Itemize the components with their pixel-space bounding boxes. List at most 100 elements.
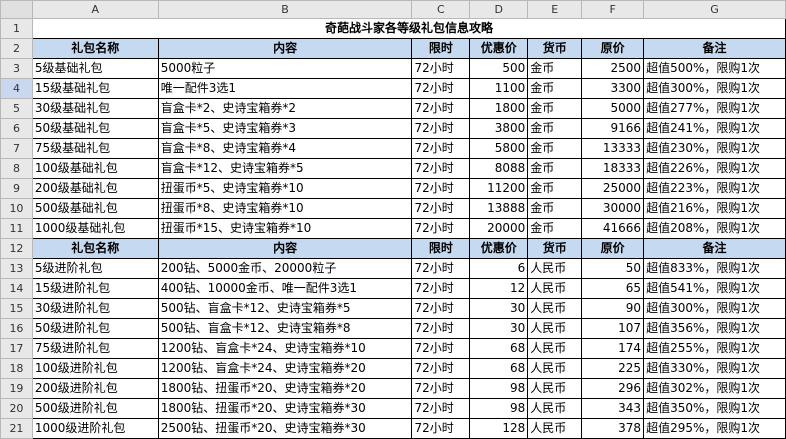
header-cell[interactable]: 内容 — [157, 238, 413, 259]
cell[interactable]: 500钻、盲盒卡*12、史诗宝箱券*5 — [157, 298, 413, 319]
cell[interactable]: 5000 — [581, 98, 645, 119]
header-cell[interactable]: 内容 — [157, 38, 413, 59]
cell[interactable]: 1100 — [469, 78, 529, 99]
row-number[interactable]: 12 — [0, 238, 33, 259]
cell[interactable]: 1000级进阶礼包 — [31, 418, 159, 439]
cell[interactable]: 金币 — [527, 138, 583, 159]
cell[interactable]: 174 — [581, 338, 645, 359]
cell[interactable]: 20000 — [469, 218, 529, 239]
cell[interactable]: 金币 — [527, 58, 583, 79]
cell[interactable]: 15级进阶礼包 — [31, 278, 159, 299]
header-cell[interactable]: 优惠价 — [469, 238, 529, 259]
cell[interactable]: 75级进阶礼包 — [31, 338, 159, 359]
cell[interactable]: 30000 — [581, 198, 645, 219]
row-number[interactable]: 4 — [0, 78, 33, 99]
cell[interactable]: 5000粒子 — [157, 58, 413, 79]
column-header-a[interactable]: A — [31, 0, 159, 19]
cell[interactable]: 超值350%，限购1次 — [643, 398, 786, 419]
cell[interactable]: 超值241%，限购1次 — [643, 118, 786, 139]
cell[interactable]: 65 — [581, 278, 645, 299]
cell[interactable]: 100级进阶礼包 — [31, 358, 159, 379]
cell[interactable]: 68 — [469, 338, 529, 359]
row-number[interactable]: 13 — [0, 258, 33, 279]
cell[interactable]: 13888 — [469, 198, 529, 219]
row-number[interactable]: 2 — [0, 38, 33, 59]
row-number[interactable]: 3 — [0, 58, 33, 79]
cell[interactable]: 超值833%，限购1次 — [643, 258, 786, 279]
row-number[interactable]: 7 — [0, 138, 33, 159]
column-header-g[interactable]: G — [643, 0, 786, 19]
cell[interactable]: 5级基础礼包 — [31, 58, 159, 79]
header-cell[interactable]: 货币 — [527, 238, 583, 259]
cell[interactable]: 1200钻、盲盒卡*24、史诗宝箱券*20 — [157, 358, 413, 379]
column-header-d[interactable]: D — [469, 0, 529, 19]
header-cell[interactable]: 限时 — [411, 238, 471, 259]
header-cell[interactable]: 优惠价 — [469, 38, 529, 59]
row-number[interactable]: 19 — [0, 378, 33, 399]
cell[interactable]: 75级基础礼包 — [31, 138, 159, 159]
cell[interactable]: 72小时 — [411, 218, 471, 239]
cell[interactable]: 金币 — [527, 98, 583, 119]
cell[interactable]: 343 — [581, 398, 645, 419]
cell[interactable]: 107 — [581, 318, 645, 339]
cell[interactable]: 90 — [581, 298, 645, 319]
cell[interactable]: 500 — [469, 58, 529, 79]
header-cell[interactable]: 限时 — [411, 38, 471, 59]
cell[interactable]: 盲盒卡*8、史诗宝箱券*4 — [157, 138, 413, 159]
cell[interactable]: 超值255%，限购1次 — [643, 338, 786, 359]
row-number[interactable]: 20 — [0, 398, 33, 419]
cell[interactable]: 378 — [581, 418, 645, 439]
cell[interactable]: 500级进阶礼包 — [31, 398, 159, 419]
sheet-title[interactable]: 奇葩战斗家各等级礼包信息攻略 — [31, 18, 786, 39]
column-header-c[interactable]: C — [411, 0, 471, 19]
cell[interactable]: 68 — [469, 358, 529, 379]
cell[interactable]: 超值230%，限购1次 — [643, 138, 786, 159]
cell[interactable]: 人民币 — [527, 418, 583, 439]
cell[interactable]: 人民币 — [527, 358, 583, 379]
cell[interactable]: 超值541%，限购1次 — [643, 278, 786, 299]
column-header-f[interactable]: F — [581, 0, 645, 19]
cell[interactable]: 3300 — [581, 78, 645, 99]
cell[interactable]: 盲盒卡*12、史诗宝箱券*5 — [157, 158, 413, 179]
cell[interactable]: 72小时 — [411, 378, 471, 399]
cell[interactable]: 30 — [469, 318, 529, 339]
cell[interactable]: 50 — [581, 258, 645, 279]
cell[interactable]: 9166 — [581, 118, 645, 139]
cell[interactable]: 11200 — [469, 178, 529, 199]
cell[interactable]: 30级进阶礼包 — [31, 298, 159, 319]
cell[interactable]: 人民币 — [527, 318, 583, 339]
cell[interactable]: 200级进阶礼包 — [31, 378, 159, 399]
cell[interactable]: 超值302%，限购1次 — [643, 378, 786, 399]
row-number[interactable]: 1 — [0, 18, 33, 39]
cell[interactable]: 50级基础礼包 — [31, 118, 159, 139]
cell[interactable]: 盲盒卡*5、史诗宝箱券*3 — [157, 118, 413, 139]
cell[interactable]: 超值226%，限购1次 — [643, 158, 786, 179]
cell[interactable]: 72小时 — [411, 358, 471, 379]
cell[interactable]: 1800钻、扭蛋币*20、史诗宝箱券*30 — [157, 398, 413, 419]
cell[interactable]: 225 — [581, 358, 645, 379]
cell[interactable]: 41666 — [581, 218, 645, 239]
row-number[interactable]: 10 — [0, 198, 33, 219]
cell[interactable]: 超值300%，限购1次 — [643, 298, 786, 319]
cell[interactable]: 72小时 — [411, 118, 471, 139]
cell[interactable]: 30级基础礼包 — [31, 98, 159, 119]
header-cell[interactable]: 礼包名称 — [31, 238, 159, 259]
cell[interactable]: 200级基础礼包 — [31, 178, 159, 199]
cell[interactable]: 72小时 — [411, 138, 471, 159]
cell[interactable]: 1800钻、扭蛋币*20、史诗宝箱券*20 — [157, 378, 413, 399]
cell[interactable]: 8088 — [469, 158, 529, 179]
cell[interactable]: 2500钻、扭蛋币*20、史诗宝箱券*30 — [157, 418, 413, 439]
cell[interactable]: 超值300%，限购1次 — [643, 78, 786, 99]
cell[interactable]: 72小时 — [411, 278, 471, 299]
cell[interactable]: 人民币 — [527, 258, 583, 279]
cell[interactable]: 18333 — [581, 158, 645, 179]
row-number[interactable]: 21 — [0, 418, 33, 439]
cell[interactable]: 盲盒卡*2、史诗宝箱券*2 — [157, 98, 413, 119]
cell[interactable]: 72小时 — [411, 398, 471, 419]
select-all-corner[interactable] — [0, 0, 33, 19]
cell[interactable]: 72小时 — [411, 258, 471, 279]
header-cell[interactable]: 备注 — [643, 238, 786, 259]
cell[interactable]: 72小时 — [411, 198, 471, 219]
cell[interactable]: 100级基础礼包 — [31, 158, 159, 179]
cell[interactable]: 400钻、10000金币、唯一配件3选1 — [157, 278, 413, 299]
